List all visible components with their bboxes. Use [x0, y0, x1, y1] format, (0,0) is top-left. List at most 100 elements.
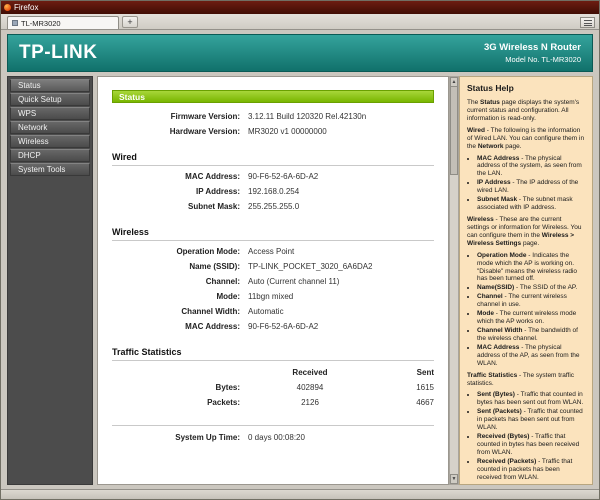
traffic-rows: Bytes:4028941615Packets:21264667 — [98, 380, 448, 410]
help-list-item: Name(SSID) - The SSID of the AP. — [477, 284, 585, 292]
field-label: Packets: — [98, 398, 248, 407]
tab-strip: TL-MR3020 + — [1, 14, 599, 30]
status-sections: WiredMAC Address:90-F6-52-6A-6D-A2IP Add… — [98, 152, 448, 334]
table-row: Bytes:4028941615 — [98, 380, 448, 395]
browser-tab[interactable]: TL-MR3020 — [7, 16, 119, 29]
sidebar-item-system-tools[interactable]: System Tools — [10, 163, 90, 176]
sidebar-item-dhcp[interactable]: DHCP — [10, 149, 90, 162]
scroll-down-icon[interactable]: ▼ — [450, 474, 458, 484]
table-row: Hardware Version:MR3020 v1 00000000 — [98, 124, 448, 139]
traffic-received-value: 402894 — [248, 383, 372, 392]
help-list-item: MAC Address - The physical address of th… — [477, 155, 585, 179]
section-heading: Wireless — [112, 227, 434, 241]
table-row: Subnet Mask:255.255.255.0 — [98, 199, 448, 214]
help-list-item: Channel - The current wireless channel i… — [477, 293, 585, 309]
main-scrollbar[interactable]: ▲ ▼ — [449, 76, 459, 485]
field-label: Mode: — [98, 292, 248, 301]
table-row: IP Address:192.168.0.254 — [98, 184, 448, 199]
window-title: Firefox — [14, 4, 38, 12]
sidebar-menu: StatusQuick SetupWPSNetworkWirelessDHCPS… — [7, 76, 93, 485]
status-content: Status Firmware Version:3.12.11 Build 12… — [97, 76, 449, 485]
field-label: Channel Width: — [98, 307, 248, 316]
tab-label: TL-MR3020 — [21, 19, 61, 28]
sidebar-item-quick-setup[interactable]: Quick Setup — [10, 93, 90, 106]
field-label: IP Address: — [98, 187, 248, 196]
field-value: 3.12.11 Build 120320 Rel.42130n — [248, 112, 366, 121]
firefox-icon — [4, 4, 11, 11]
tab-favicon-icon — [12, 20, 18, 26]
sidebar-item-wireless[interactable]: Wireless — [10, 135, 90, 148]
help-paragraph: Wireless - These are the current setting… — [467, 216, 585, 248]
menu-lines-icon — [584, 20, 592, 26]
traffic-section: Traffic Statistics Received Sent Bytes:4… — [98, 347, 448, 410]
table-row: MAC Address:90-F6-52-6A-6D-A2 — [98, 319, 448, 334]
content-row: StatusQuick SetupWPSNetworkWirelessDHCPS… — [7, 76, 593, 485]
table-row: Name (SSID):TP-LINK_POCKET_3020_6A6DA2 — [98, 259, 448, 274]
table-row: Firmware Version:3.12.11 Build 120320 Re… — [98, 109, 448, 124]
traffic-sent-value: 4667 — [372, 398, 448, 407]
help-title: Status Help — [467, 83, 585, 93]
scroll-track[interactable] — [450, 175, 458, 474]
traffic-heading: Traffic Statistics — [112, 347, 434, 361]
scroll-up-icon[interactable]: ▲ — [450, 77, 458, 87]
sidebar-item-network[interactable]: Network — [10, 121, 90, 134]
version-rows: Firmware Version:3.12.11 Build 120320 Re… — [98, 109, 448, 139]
traffic-col-sent: Sent — [372, 368, 448, 377]
field-label: Hardware Version: — [98, 127, 248, 136]
header-product-block: 3G Wireless N Router Model No. TL-MR3020 — [484, 42, 581, 64]
help-list-item: MAC Address - The physical address of th… — [477, 344, 585, 368]
field-label: MAC Address: — [98, 172, 248, 181]
tplink-logo: TP-LINK — [19, 42, 97, 64]
browser-window: Firefox TL-MR3020 + TP-LINK 3G Wireless … — [0, 0, 600, 500]
help-list-item: Received (Bytes) - Traffic that counted … — [477, 433, 585, 457]
field-label: Channel: — [98, 277, 248, 286]
field-label: Name (SSID): — [98, 262, 248, 271]
field-label: Firmware Version: — [98, 112, 248, 121]
product-name: 3G Wireless N Router — [484, 42, 581, 53]
field-label: Bytes: — [98, 383, 248, 392]
field-value: TP-LINK_POCKET_3020_6A6DA2 — [248, 262, 373, 271]
help-list: Operation Mode - Indicates the mode whic… — [467, 252, 585, 368]
table-row: Channel Width:Automatic — [98, 304, 448, 319]
sidebar-item-wps[interactable]: WPS — [10, 107, 90, 120]
traffic-col-received: Received — [248, 368, 372, 377]
field-value: Automatic — [248, 307, 284, 316]
scroll-thumb[interactable] — [450, 87, 458, 175]
help-list-item: Mode - The current wireless mode which t… — [477, 310, 585, 326]
model-number: Model No. TL-MR3020 — [484, 55, 581, 64]
table-row: Packets:21264667 — [98, 395, 448, 410]
uptime-label: System Up Time: — [98, 433, 248, 442]
help-list: MAC Address - The physical address of th… — [467, 155, 585, 212]
field-value: 11bgn mixed — [248, 292, 293, 301]
uptime-value: 0 days 00:08:20 — [248, 433, 305, 442]
help-list-item: Subnet Mask - The subnet mask associated… — [477, 196, 585, 212]
traffic-received-value: 2126 — [248, 398, 372, 407]
traffic-header-row: Received Sent — [98, 365, 448, 380]
table-row: MAC Address:90-F6-52-6A-6D-A2 — [98, 169, 448, 184]
section-heading: Wired — [112, 152, 434, 166]
field-value: MR3020 v1 00000000 — [248, 127, 327, 136]
help-paragraph: Wired - The following is the information… — [467, 127, 585, 151]
page-title: Status — [112, 90, 434, 103]
help-list-item: Received (Packets) - Traffic that counte… — [477, 458, 585, 482]
section-rows: MAC Address:90-F6-52-6A-6D-A2IP Address:… — [98, 169, 448, 214]
app-header: TP-LINK 3G Wireless N Router Model No. T… — [7, 34, 593, 72]
field-value: Access Point — [248, 247, 294, 256]
help-list: Sent (Bytes) - Traffic that counted in b… — [467, 391, 585, 481]
field-value: 90-F6-52-6A-6D-A2 — [248, 172, 318, 181]
field-label: MAC Address: — [98, 322, 248, 331]
field-label: Operation Mode: — [98, 247, 248, 256]
section-rows: Operation Mode:Access PointName (SSID):T… — [98, 244, 448, 334]
table-row: Mode:11bgn mixed — [98, 289, 448, 304]
window-menu-icon[interactable] — [580, 17, 595, 28]
field-label: Subnet Mask: — [98, 202, 248, 211]
help-list-item: Sent (Bytes) - Traffic that counted in b… — [477, 391, 585, 407]
help-body: The Status page displays the system's cu… — [467, 99, 585, 485]
help-paragraph: Traffic Statistics - The system traffic … — [467, 372, 585, 388]
field-value: 90-F6-52-6A-6D-A2 — [248, 322, 318, 331]
window-bottom-bar — [1, 489, 599, 499]
field-value: Auto (Current channel 11) — [248, 277, 339, 286]
window-titlebar: Firefox — [1, 1, 599, 14]
sidebar-item-status[interactable]: Status — [10, 79, 90, 92]
new-tab-button[interactable]: + — [122, 16, 138, 28]
